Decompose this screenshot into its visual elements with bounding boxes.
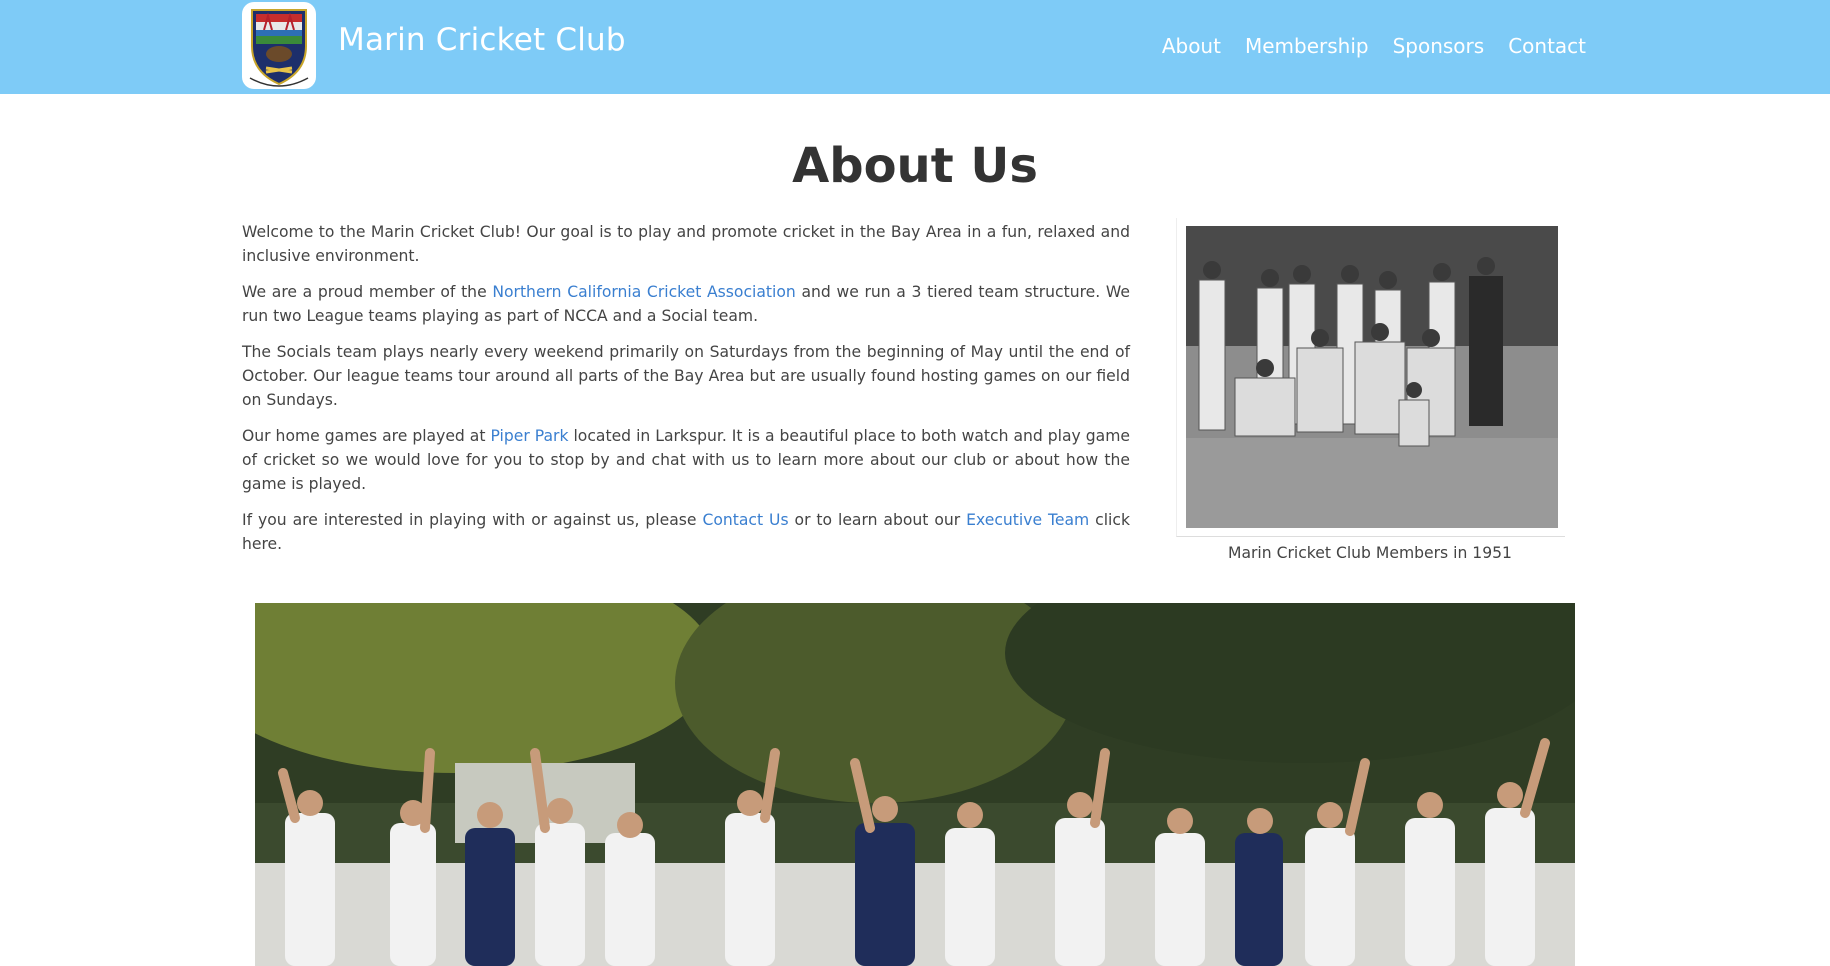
piper-park-link[interactable]: Piper Park	[490, 427, 568, 445]
about-text: Welcome to the Marin Cricket Club! Our g…	[242, 220, 1130, 568]
ncca-paragraph: We are a proud member of the Northern Ca…	[242, 280, 1130, 328]
text-span: We are a proud member of the	[242, 283, 493, 301]
page-title: About Us	[792, 138, 1038, 194]
nav-contact[interactable]: Contact	[1508, 34, 1586, 58]
intro-paragraph: Welcome to the Marin Cricket Club! Our g…	[242, 223, 1130, 265]
contact-us-link[interactable]: Contact Us	[702, 511, 788, 529]
nav-sponsors[interactable]: Sponsors	[1393, 34, 1485, 58]
photo-caption: Marin Cricket Club Members in 1951	[1228, 544, 1512, 562]
text-span: Our home games are played at	[242, 427, 491, 445]
executive-team-link[interactable]: Executive Team	[966, 511, 1089, 529]
nav-membership[interactable]: Membership	[1245, 34, 1369, 58]
team-celebration-photo	[255, 603, 1575, 966]
contact-paragraph: If you are interested in playing with or…	[242, 508, 1130, 556]
nav-about[interactable]: About	[1162, 34, 1221, 58]
top-navbar: Marin Cricket Club About Membership Spon…	[0, 0, 1830, 94]
text-span: If you are interested in playing with or…	[242, 511, 703, 529]
text-span: or to learn about our	[788, 511, 967, 529]
schedule-paragraph: The Socials team plays nearly every week…	[242, 343, 1130, 409]
club-crest-icon[interactable]	[242, 2, 316, 89]
home-ground-paragraph: Our home games are played at Piper Park …	[242, 424, 1130, 496]
main-nav: About Membership Sponsors Contact	[1162, 34, 1586, 58]
site-brand[interactable]: Marin Cricket Club	[338, 22, 626, 58]
ncca-link[interactable]: Northern California Cricket Association	[492, 283, 795, 301]
historic-team-photo	[1176, 218, 1565, 537]
